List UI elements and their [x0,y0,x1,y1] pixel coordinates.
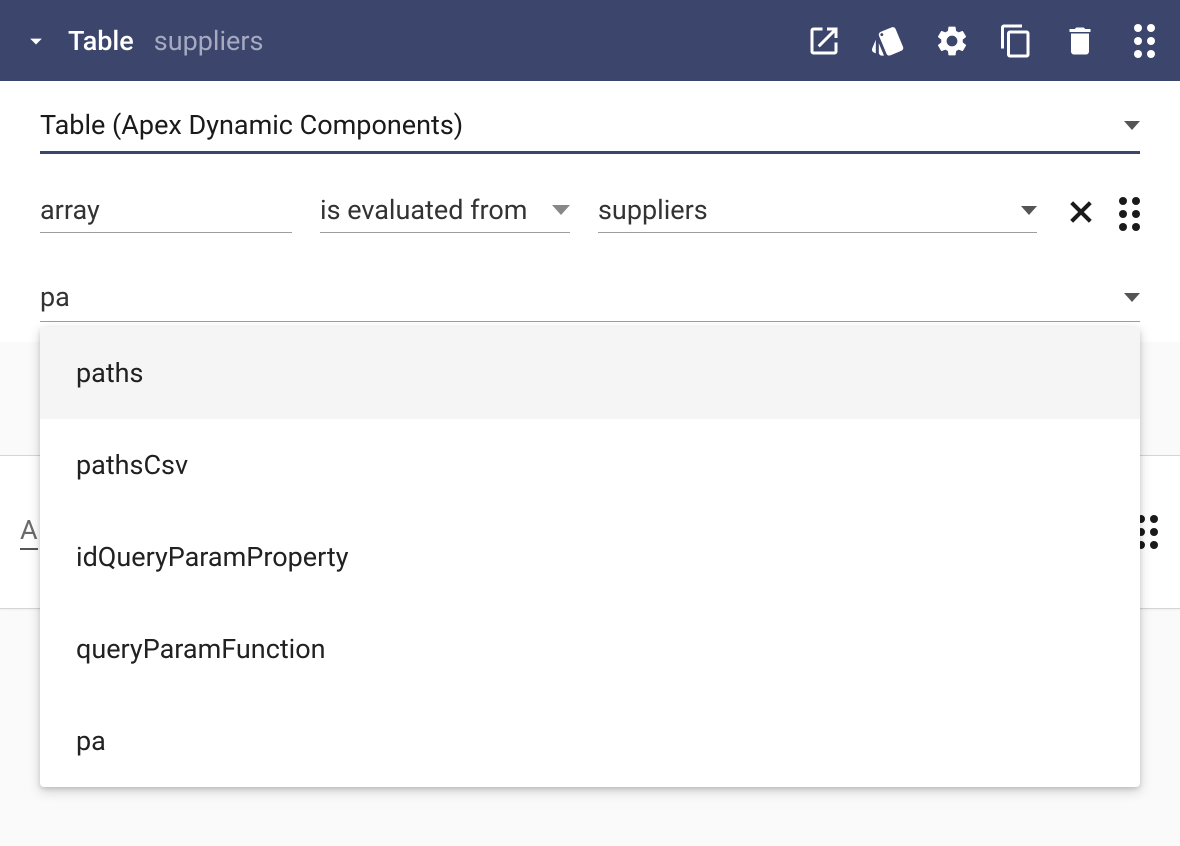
background-row-label: A [20,514,38,550]
remove-row-icon[interactable] [1065,196,1097,232]
copy-icon[interactable] [994,19,1038,63]
header-title: Table [68,25,134,57]
dropdown-triangle-icon [1124,121,1140,130]
autocomplete-input[interactable]: pa [40,281,1140,322]
collapse-chevron-icon[interactable] [22,27,50,55]
autocomplete-option[interactable]: pathsCsv [40,419,1140,511]
autocomplete-dropdown: paths pathsCsv idQueryParamProperty quer… [40,327,1140,787]
autocomplete-option[interactable]: paths [40,327,1140,419]
autocomplete-option[interactable]: idQueryParamProperty [40,511,1140,603]
row-drag-handle-icon[interactable] [1119,197,1140,231]
component-header: Table suppliers [0,0,1180,81]
config-panel: Table (Apex Dynamic Components) array is… [0,81,1180,342]
autocomplete-option[interactable]: queryParamFunction [40,603,1140,695]
background-drag-handle-icon[interactable] [1137,515,1158,549]
component-type-label: Table (Apex Dynamic Components) [40,109,463,141]
operator-select[interactable]: is evaluated from [320,194,570,233]
open-external-icon[interactable] [802,19,846,63]
settings-icon[interactable] [930,19,974,63]
autocomplete-query: pa [40,281,70,313]
delete-icon[interactable] [1058,19,1102,63]
property-name-field[interactable]: array [40,194,292,233]
dropdown-triangle-icon [1124,293,1140,302]
dropdown-triangle-icon [1021,206,1037,215]
dropdown-triangle-icon [552,205,570,215]
header-actions [802,19,1166,63]
property-autocomplete: pa paths pathsCsv idQueryParamProperty q… [40,281,1140,322]
operator-label: is evaluated from [320,194,527,226]
drag-handle-icon[interactable] [1122,19,1166,63]
header-left: Table suppliers [22,25,802,57]
header-subtitle: suppliers [154,25,264,57]
row-actions [1065,196,1140,232]
style-icon[interactable] [866,19,910,63]
property-value-label: suppliers [598,194,708,226]
autocomplete-option[interactable]: pa [40,695,1140,787]
property-row: array is evaluated from suppliers [40,194,1140,233]
property-name-value: array [40,194,100,226]
component-type-select[interactable]: Table (Apex Dynamic Components) [40,109,1140,154]
property-value-select[interactable]: suppliers [598,194,1037,233]
